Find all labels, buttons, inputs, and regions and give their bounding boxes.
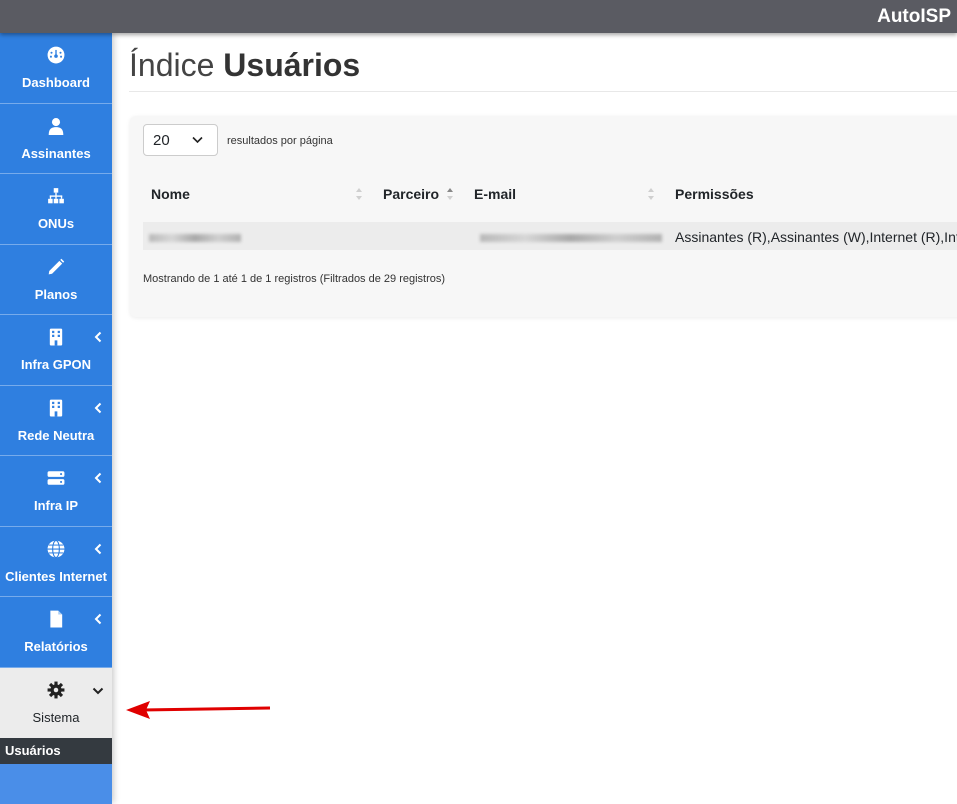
brand-logo[interactable]: AutoISP bbox=[877, 6, 951, 28]
page-title-main: Usuários bbox=[223, 47, 361, 83]
sitemap-icon bbox=[0, 186, 112, 206]
sort-icon[interactable] bbox=[446, 187, 454, 201]
sidebar-item-label: Dashboard bbox=[22, 75, 90, 90]
sidebar-item-label: Relatórios bbox=[24, 639, 88, 654]
chevron-down-icon bbox=[92, 687, 104, 694]
sidebar-item-rede-neutra[interactable]: Rede Neutra bbox=[0, 386, 112, 456]
sidebar-item-label: Sistema bbox=[32, 709, 80, 725]
sidebar-item-label: Clientes Internet bbox=[5, 568, 107, 584]
column-header-permissoes[interactable]: Permissões bbox=[675, 186, 754, 202]
sidebar-item-label: Infra GPON bbox=[20, 357, 92, 372]
page-title: Índice Usuários bbox=[129, 47, 360, 84]
per-page-label: resultados por página bbox=[227, 135, 333, 147]
sidebar-item-sistema[interactable]: Sistema bbox=[0, 667, 112, 738]
per-page-value: 20 bbox=[153, 132, 170, 149]
redacted-name bbox=[149, 234, 241, 242]
sidebar-item-onus[interactable]: ONUs bbox=[0, 174, 112, 245]
annotation-arrow-icon bbox=[126, 701, 271, 719]
submenu-item-usuarios[interactable]: Usuários bbox=[0, 738, 112, 764]
sidebar-item-label: Rede Neutra bbox=[17, 427, 95, 443]
chevron-down-icon bbox=[192, 136, 203, 144]
chevron-left-icon bbox=[94, 402, 102, 413]
sidebar-item-infra-ip[interactable]: Infra IP bbox=[0, 456, 112, 527]
per-page-select[interactable]: 20 bbox=[143, 124, 218, 156]
sidebar-item-label: Infra IP bbox=[33, 498, 79, 513]
sidebar-item-relatorios[interactable]: Relatórios bbox=[0, 597, 112, 668]
column-header-email[interactable]: E-mail bbox=[474, 186, 516, 202]
title-divider bbox=[129, 91, 957, 92]
sidebar-filler bbox=[0, 764, 112, 804]
sidebar-item-label: ONUs bbox=[37, 216, 75, 231]
chevron-left-icon bbox=[94, 613, 102, 625]
sidebar-item-infra-gpon[interactable]: Infra GPON bbox=[0, 315, 112, 386]
sidebar-item-assinantes[interactable]: Assinantes bbox=[0, 104, 112, 174]
sidebar-item-clientes-internet[interactable]: Clientes Internet bbox=[0, 527, 112, 597]
sidebar-item-label: Assinantes bbox=[21, 145, 91, 161]
redacted-email bbox=[480, 234, 662, 242]
cell-permissoes: Assinantes (R),Assinantes (W),Internet (… bbox=[675, 229, 957, 245]
main-content: Índice Usuários 20 resultados por página… bbox=[112, 33, 957, 803]
user-icon bbox=[0, 116, 112, 136]
page-title-prefix: Índice bbox=[129, 47, 215, 83]
pencil-icon bbox=[0, 257, 112, 277]
sidebar-item-dashboard[interactable]: Dashboard bbox=[0, 33, 112, 104]
sidebar: Dashboard Assinantes ONUs Planos Infra G… bbox=[0, 33, 112, 804]
sort-icon[interactable] bbox=[647, 187, 655, 201]
table-info: Mostrando de 1 até 1 de 1 registros (Fil… bbox=[143, 273, 446, 285]
sort-icon[interactable] bbox=[355, 187, 363, 201]
chevron-left-icon bbox=[94, 472, 102, 484]
sidebar-item-planos[interactable]: Planos bbox=[0, 245, 112, 315]
gauge-icon bbox=[0, 45, 112, 65]
table-row[interactable]: Assinantes (R),Assinantes (W),Internet (… bbox=[143, 222, 957, 250]
sidebar-item-label: Planos bbox=[34, 286, 78, 302]
chevron-left-icon bbox=[94, 331, 102, 343]
users-table-card: 20 resultados por página Nome Parceiro E… bbox=[130, 116, 957, 317]
column-header-parceiro[interactable]: Parceiro bbox=[383, 186, 439, 202]
top-navbar: AutoISP bbox=[0, 0, 957, 33]
chevron-left-icon bbox=[94, 543, 102, 554]
column-header-nome[interactable]: Nome bbox=[151, 186, 190, 202]
